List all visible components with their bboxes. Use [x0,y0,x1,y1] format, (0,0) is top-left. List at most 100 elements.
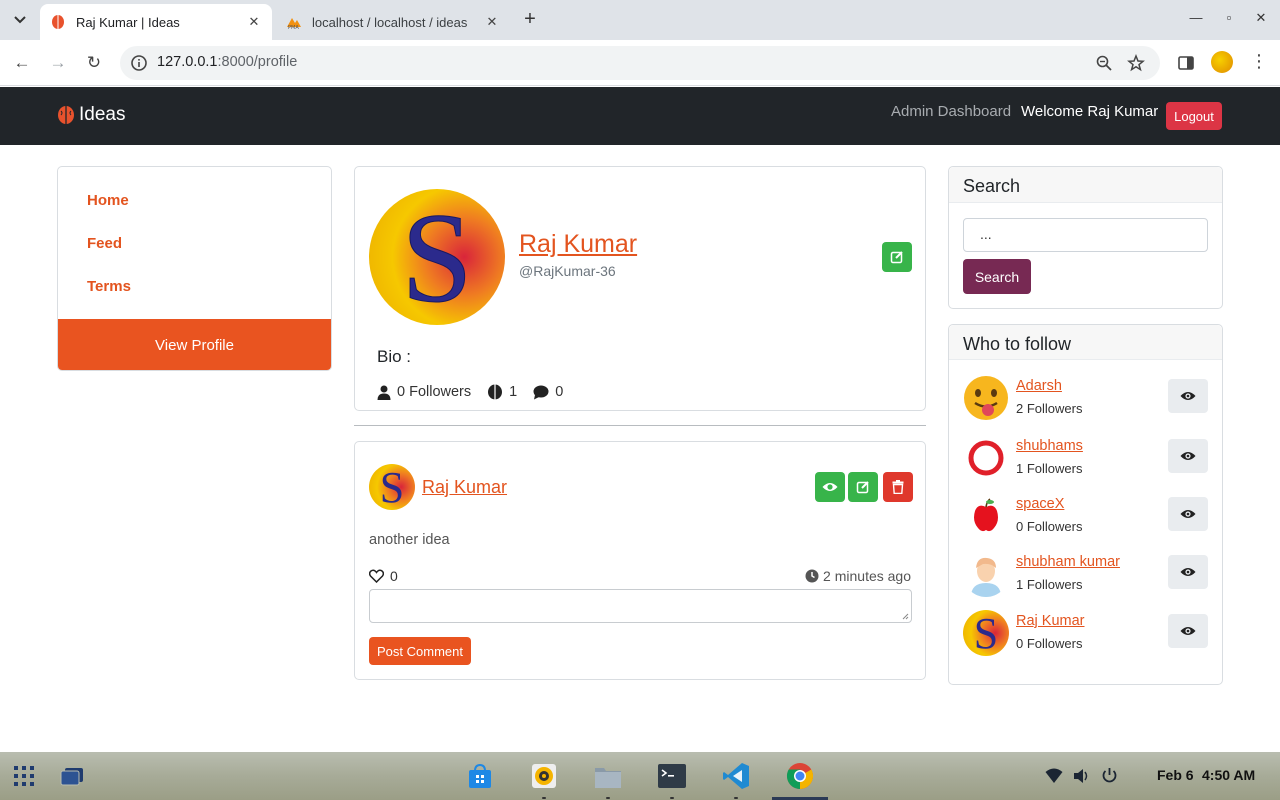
browser-menu-icon[interactable]: ⋮ [1250,51,1268,72]
running-indicator [670,797,674,799]
eye-icon [1180,392,1196,400]
follow-item: shubhams 1 Followers [963,435,1209,483]
idea-author-link[interactable]: Raj Kumar [422,477,507,498]
terminal-icon[interactable] [658,762,686,790]
idea-content: another idea [369,532,450,548]
brand-name: Ideas [79,104,126,125]
follow-user-followers: 0 Followers [1016,636,1083,651]
view-profile-button[interactable]: View Profile [58,319,331,370]
edit-profile-button[interactable] [882,242,912,272]
logout-button[interactable]: Logout [1166,102,1222,130]
reload-icon[interactable]: ↻ [83,52,105,74]
red-ring-avatar [963,435,1009,481]
view-user-button[interactable] [1168,614,1208,648]
browser-tab-strip: Raj Kumar | Ideas ✕ PMA localhost / loca… [0,0,1280,40]
wifi-icon[interactable] [1045,768,1063,784]
restore-icon[interactable]: ▫ [1219,10,1239,30]
power-icon[interactable] [1101,767,1118,784]
admin-dashboard-link[interactable]: Admin Dashboard [891,103,1011,120]
follow-user-name[interactable]: Adarsh [1016,378,1062,394]
site-info-icon[interactable] [130,54,148,72]
svg-text:S: S [974,610,998,656]
rhythmbox-icon[interactable] [530,762,558,790]
bookmark-star-icon[interactable] [1127,54,1145,72]
url-text[interactable]: 127.0.0.1:8000/profile [157,54,297,70]
follow-user-name[interactable]: Raj Kumar [1016,613,1085,629]
clock-icon [805,569,819,583]
heart-icon [369,569,384,583]
browser-profile-avatar[interactable] [1211,51,1233,73]
ideas-count: 1 [509,384,518,400]
eye-icon [822,483,838,491]
sidebar-card: Home Feed Terms View Profile [57,166,332,371]
resize-handle-icon[interactable] [902,613,909,620]
vscode-icon[interactable] [722,762,750,790]
forward-icon[interactable]: → [47,52,69,74]
search-button[interactable]: Search [963,259,1031,294]
edit-idea-button[interactable] [848,472,878,502]
follow-user-followers: 2 Followers [1016,401,1083,416]
taskbar-time[interactable]: 4:50 AM [1202,767,1255,783]
person-avatar [963,551,1009,597]
who-to-follow-title: Who to follow [949,325,1222,360]
new-tab-button[interactable]: + [518,8,542,32]
view-idea-button[interactable] [815,472,845,502]
follow-item: spaceX 0 Followers [963,493,1209,541]
phpmyadmin-favicon-icon: PMA [287,18,301,30]
zoom-icon[interactable] [1095,54,1113,72]
side-panel-icon[interactable] [1177,54,1195,72]
welcome-user-link[interactable]: Welcome Raj Kumar [1021,103,1158,120]
software-store-icon[interactable] [466,762,494,790]
view-user-button[interactable] [1168,439,1208,473]
comments-count: 0 [555,384,564,400]
delete-idea-button[interactable] [883,472,913,502]
sidebar-item-terms[interactable]: Terms [87,278,131,295]
follow-item: shubham kumar 1 Followers [963,551,1209,599]
tab-close-icon[interactable]: ✕ [246,14,262,30]
window-close-icon[interactable]: ✕ [1251,10,1271,30]
eye-icon [1180,510,1196,518]
view-user-button[interactable] [1168,555,1208,589]
sidebar-item-home[interactable]: Home [87,192,129,209]
like-button[interactable]: 0 [369,568,398,584]
profile-name-link[interactable]: Raj Kumar [519,230,637,259]
follow-user-name[interactable]: spaceX [1016,496,1064,512]
workspaces-icon[interactable] [58,762,86,790]
eye-icon [1180,568,1196,576]
browser-toolbar: ← → ↻ 127.0.0.1:8000/profile ⋮ [0,40,1280,86]
post-comment-button[interactable]: Post Comment [369,637,471,665]
apple-avatar [963,493,1009,539]
sidebar-item-feed[interactable]: Feed [87,235,122,252]
follow-user-name[interactable]: shubhams [1016,438,1083,454]
comment-textarea[interactable] [369,589,912,623]
tab-search-icon[interactable] [8,8,32,32]
app-launcher-icon[interactable] [10,762,38,790]
brand-link[interactable]: Ideas [57,104,125,126]
view-user-button[interactable] [1168,379,1208,413]
idea-time-text: 2 minutes ago [823,568,911,584]
who-to-follow-card: Who to follow Adarsh 2 Followers shubham… [948,324,1223,685]
minimize-icon[interactable]: — [1186,10,1206,30]
tab-close-icon[interactable]: ✕ [484,14,500,30]
follow-user-name[interactable]: shubham kumar [1016,554,1120,570]
chrome-icon[interactable] [786,762,814,790]
volume-icon[interactable] [1073,768,1091,784]
search-input[interactable]: ... [963,218,1208,252]
address-bar[interactable]: 127.0.0.1:8000/profile [120,46,1160,80]
view-user-button[interactable] [1168,497,1208,531]
taskbar-date[interactable]: Feb 6 [1157,767,1194,783]
ideas-stat: 1 [487,384,517,400]
profile-avatar: S [369,189,505,325]
follow-item: Adarsh 2 Followers [963,375,1209,423]
follow-user-followers: 1 Followers [1016,577,1083,592]
eye-icon [1180,452,1196,460]
files-icon[interactable] [594,762,622,790]
running-indicator [606,797,610,799]
divider [354,425,926,426]
comment-icon [533,385,549,399]
url-host: 127.0.0.1 [157,54,218,70]
browser-tab-ideas[interactable]: Raj Kumar | Ideas ✕ [40,4,272,40]
back-icon[interactable]: ← [11,52,33,74]
browser-tab-phpmyadmin[interactable]: PMA localhost / localhost / ideas ✕ [276,4,510,40]
like-count: 0 [390,568,398,584]
